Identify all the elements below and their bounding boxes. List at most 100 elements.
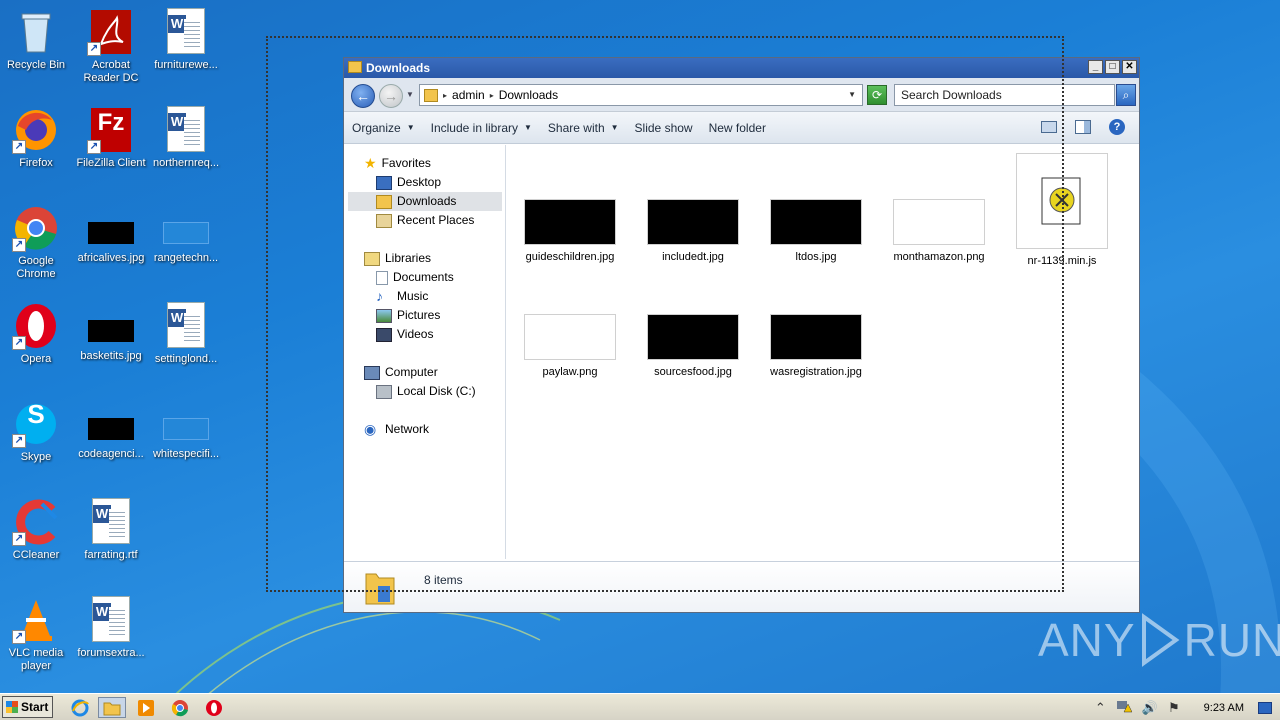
nav-network[interactable]: ◉ Network — [364, 420, 429, 439]
desktop-icon-recycle-bin[interactable]: Recycle Bin — [0, 8, 74, 72]
address-field[interactable]: ▸ admin ▸ Downloads ▼ — [419, 84, 863, 106]
nav-pictures[interactable]: Pictures — [376, 306, 440, 325]
maximize-button[interactable]: □ — [1105, 60, 1120, 74]
show-desktop-button[interactable] — [1258, 701, 1272, 714]
slide-show-button[interactable]: Slide show — [635, 121, 693, 135]
pictures-icon — [376, 308, 392, 323]
window-titlebar[interactable]: Downloads _ □ ✕ — [344, 58, 1139, 78]
desktop-icon-africalives[interactable]: africalives.jpg — [73, 204, 149, 265]
desktop-icon-label: forumsextra... — [77, 647, 145, 659]
desktop-icon-forumsextra[interactable]: W forumsextra... — [73, 596, 149, 660]
desktop-icon-whitespecifi[interactable]: whitespecifi... — [148, 400, 224, 461]
taskbar-explorer[interactable] — [98, 697, 126, 718]
change-view-icon[interactable] — [1041, 121, 1057, 133]
word-document-icon: W — [162, 106, 210, 154]
back-button[interactable]: ← — [351, 84, 375, 108]
system-clock[interactable]: 9:23 AM — [1204, 702, 1244, 714]
file-item[interactable]: includedt.jpg — [634, 199, 752, 263]
desktop-icon-label: FileZilla Client — [76, 157, 146, 169]
file-item[interactable]: paylaw.png — [511, 314, 629, 378]
speaker-icon[interactable]: 🔊 — [1142, 700, 1158, 716]
desktop-icon-codeagenci[interactable]: codeagenci... — [73, 400, 149, 461]
word-document-icon: W — [87, 498, 135, 546]
show-hidden-icons-icon[interactable]: ⌃ — [1095, 700, 1106, 716]
desktop-icon-chrome[interactable]: ↗ Google Chrome — [0, 204, 74, 281]
taskbar-internet-explorer[interactable] — [66, 697, 94, 718]
image-thumbnail — [647, 314, 739, 360]
desktop-icon-label: Acrobat Reader DC — [83, 59, 139, 84]
desktop-icon-firefox[interactable]: ↗ Firefox — [0, 106, 74, 170]
image-thumbnail — [88, 418, 134, 440]
desktop-icon-furniturewe[interactable]: W furniturewe... — [148, 8, 224, 72]
image-thumbnail — [893, 199, 985, 245]
file-item[interactable]: sourcesfood.jpg — [634, 314, 752, 378]
organize-menu[interactable]: Organize ▼ — [352, 121, 415, 135]
file-item[interactable]: ltdos.jpg — [757, 199, 875, 263]
status-bar: 8 items — [344, 561, 1139, 612]
desktop-icon-label: VLC media player — [8, 647, 64, 672]
refresh-button[interactable]: ⟳ — [867, 85, 887, 105]
desktop-icon-filezilla[interactable]: Fz ↗ FileZilla Client — [73, 106, 149, 170]
desktop-icon-acrobat[interactable]: ↗ Acrobat Reader DC — [73, 8, 149, 85]
action-center-flag-icon[interactable]: ⚑ — [1168, 700, 1180, 716]
new-folder-button[interactable]: New folder — [709, 121, 766, 135]
nav-favorites[interactable]: ★ Favorites — [364, 154, 431, 173]
include-in-library-menu[interactable]: Include in library ▼ — [431, 121, 532, 135]
nav-downloads[interactable]: Downloads — [348, 192, 502, 211]
taskbar-chrome[interactable] — [166, 697, 194, 718]
taskbar-opera[interactable] — [200, 697, 228, 718]
address-bar: ← → ▼ ▸ admin ▸ Downloads ▼ ⟳ Search Dow… — [344, 78, 1139, 112]
desktop-icon-label: rangetechn... — [153, 252, 219, 264]
nav-music[interactable]: ♪ Music — [376, 287, 428, 306]
desktop-icon-opera[interactable]: ↗ Opera — [0, 302, 74, 366]
nav-videos[interactable]: Videos — [376, 325, 433, 344]
desktop-icon-rangetechn[interactable]: rangetechn... — [148, 204, 224, 265]
help-icon[interactable]: ? — [1109, 119, 1125, 135]
desktop-icon-vlc[interactable]: ↗ VLC media player — [0, 596, 74, 673]
music-icon: ♪ — [376, 288, 383, 304]
nav-recent-places[interactable]: Recent Places — [376, 211, 474, 230]
explorer-window[interactable]: Downloads _ □ ✕ ← → ▼ ▸ admin ▸ Download… — [343, 57, 1140, 613]
search-button[interactable]: ⌕ — [1116, 84, 1136, 106]
preview-pane-icon[interactable] — [1075, 120, 1091, 134]
nav-local-disk[interactable]: Local Disk (C:) — [376, 382, 476, 401]
file-name: wasregistration.jpg — [770, 366, 862, 378]
image-thumbnail — [163, 222, 209, 244]
desktop-icon-settinglond[interactable]: W settinglond... — [148, 302, 224, 366]
desktop-icon-northernreq[interactable]: W northernreq... — [148, 106, 224, 170]
desktop-icon-basketits[interactable]: basketits.jpg — [73, 302, 149, 363]
file-item[interactable]: wasregistration.jpg — [757, 314, 875, 378]
taskbar-media-player[interactable] — [132, 697, 160, 718]
nav-computer[interactable]: Computer — [364, 363, 438, 382]
search-input[interactable]: Search Downloads — [894, 84, 1115, 106]
shortcut-arrow-icon: ↗ — [12, 434, 26, 448]
forward-button[interactable]: → — [379, 84, 403, 108]
file-name: ltdos.jpg — [795, 251, 837, 263]
ccleaner-icon: ↗ — [12, 498, 60, 546]
address-history-dropdown-icon[interactable]: ▼ — [848, 90, 856, 99]
chevron-right-icon[interactable]: ▸ — [490, 91, 494, 100]
file-item[interactable]: nr-1139.min.js — [1003, 153, 1121, 267]
desktop-icon-ccleaner[interactable]: ↗ CCleaner — [0, 498, 74, 562]
desktop-icon-farrating[interactable]: W farrating.rtf — [73, 498, 149, 562]
close-button[interactable]: ✕ — [1122, 60, 1137, 74]
share-with-menu[interactable]: Share with ▼ — [548, 121, 619, 135]
recent-pages-dropdown-icon[interactable]: ▼ — [406, 90, 414, 99]
start-button[interactable]: Start — [2, 696, 53, 718]
file-list-pane[interactable]: guideschildren.jpg includedt.jpg ltdos.j… — [507, 145, 1139, 559]
folder-icon — [103, 702, 121, 715]
nav-documents[interactable]: Documents — [376, 268, 454, 287]
file-item[interactable]: monthamazon.png — [880, 199, 998, 263]
desktop-icon-label: Opera — [20, 353, 52, 365]
desktop-icon-skype[interactable]: S ↗ Skype — [0, 400, 74, 464]
minimize-button[interactable]: _ — [1088, 60, 1103, 74]
breadcrumb-admin[interactable]: admin — [452, 88, 485, 102]
chevron-down-icon: ▼ — [610, 123, 619, 132]
nav-desktop[interactable]: Desktop — [376, 173, 441, 192]
file-item[interactable]: guideschildren.jpg — [511, 199, 629, 263]
breadcrumb-downloads[interactable]: Downloads — [499, 88, 558, 102]
chevron-right-icon[interactable]: ▸ — [443, 91, 447, 100]
network-warning-icon[interactable] — [1116, 699, 1133, 716]
word-document-icon: W — [87, 596, 135, 644]
nav-libraries[interactable]: Libraries — [364, 249, 431, 268]
